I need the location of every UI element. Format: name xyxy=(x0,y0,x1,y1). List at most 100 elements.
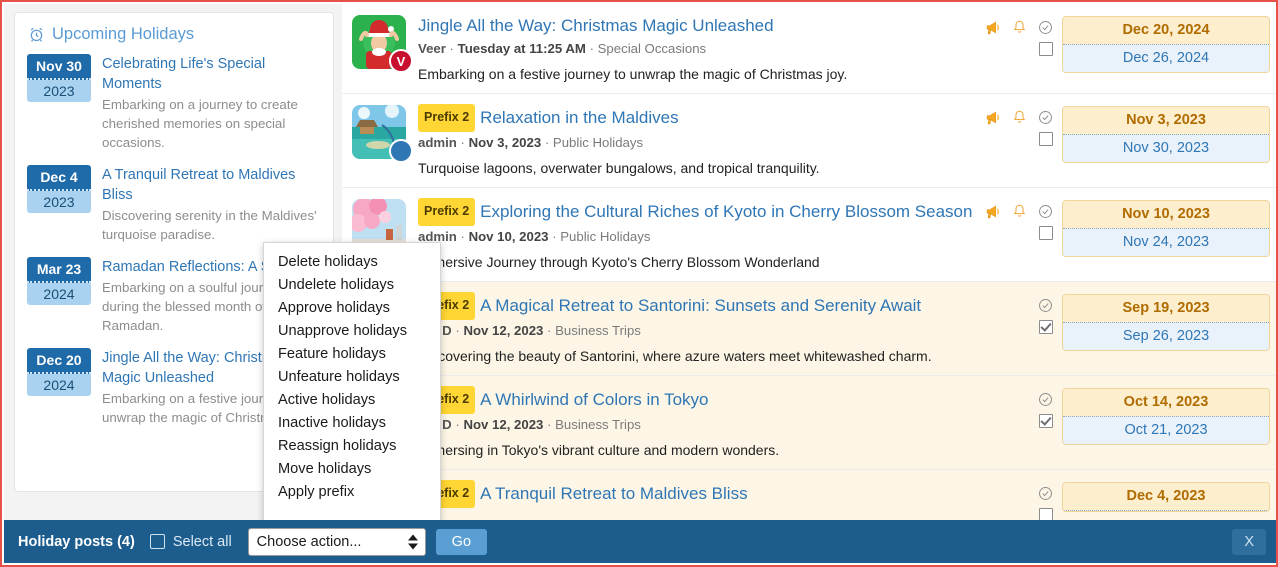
post-row[interactable]: Prefix 2 Exploring the Cultural Riches of… xyxy=(342,188,1278,282)
post-status-icons xyxy=(982,109,1054,126)
post-icon-column xyxy=(982,385,1054,428)
close-toolbar-button[interactable]: X xyxy=(1232,529,1266,555)
menu-item[interactable]: Feature holidays xyxy=(264,343,440,366)
author-avatar-badge xyxy=(389,139,413,163)
post-body: Prefix 2Relaxation in the Maldivesadmin … xyxy=(418,103,982,178)
menu-item[interactable]: Active holidays xyxy=(264,389,440,412)
upcoming-holiday-title[interactable]: Celebrating Life's Special Moments xyxy=(102,54,321,94)
post-thumbnail-wrap[interactable]: V xyxy=(352,15,406,69)
post-title-link[interactable]: Jingle All the Way: Christmas Magic Unle… xyxy=(418,16,774,35)
post-prefix-badge[interactable]: Prefix 2 xyxy=(418,198,475,226)
post-forum[interactable]: Business Trips xyxy=(555,323,641,338)
post-icon-column xyxy=(982,479,1054,522)
post-icon-column xyxy=(982,103,1054,146)
post-body: Prefix 2A Tranquil Retreat to Maldives B… xyxy=(418,479,982,508)
post-date-end: Nov 30, 2023 xyxy=(1063,135,1269,162)
post-row[interactable]: Prefix 2Relaxation in the Maldivesadmin … xyxy=(342,94,1278,188)
post-select-row xyxy=(982,132,1054,146)
upcoming-holiday-item[interactable]: Nov 302023 Celebrating Life's Special Mom… xyxy=(27,54,321,152)
menu-item[interactable]: Apply prefix xyxy=(264,481,440,504)
post-snippet: Discovering the beauty of Santorini, whe… xyxy=(418,347,982,366)
post-author[interactable]: admin xyxy=(418,135,457,150)
menu-item[interactable]: Unfeature holidays xyxy=(264,366,440,389)
post-select-row xyxy=(982,226,1054,240)
post-date: Nov 10, 2023 xyxy=(469,229,549,244)
post-icon-column xyxy=(982,291,1054,334)
post-date: Tuesday at 11:25 AM xyxy=(458,41,586,56)
post-thumbnail-wrap[interactable] xyxy=(352,105,406,159)
post-snippet: Immersing in Tokyo's vibrant culture and… xyxy=(418,441,982,460)
post-row[interactable]: V Jingle All the Way: Christmas Magic Unl… xyxy=(342,4,1278,94)
post-date: Nov 3, 2023 xyxy=(469,135,542,150)
context-menu-items[interactable]: Delete holidaysUndelete holidaysApprove … xyxy=(264,251,440,504)
meta-separator: · xyxy=(455,323,459,338)
menu-item[interactable]: Reassign holidays xyxy=(264,435,440,458)
post-select-checkbox[interactable] xyxy=(1039,42,1053,56)
date-badge-monthday: Nov 30 xyxy=(27,54,91,80)
select-all-checkbox[interactable] xyxy=(150,534,165,549)
post-snippet: Immersive Journey through Kyoto's Cherry… xyxy=(418,253,982,272)
menu-item[interactable]: Undelete holidays xyxy=(264,274,440,297)
post-forum[interactable]: Public Holidays xyxy=(553,135,643,150)
post-row[interactable]: Prefix 2A Magical Retreat to Santorini: … xyxy=(342,282,1278,376)
action-select[interactable]: Choose action... xyxy=(248,528,426,556)
bell-icon[interactable] xyxy=(1011,109,1028,126)
post-select-checkbox[interactable] xyxy=(1039,414,1053,428)
menu-item[interactable]: Unapprove holidays xyxy=(264,320,440,343)
author-avatar-badge: V xyxy=(389,49,413,73)
post-row[interactable]: Prefix 2A Tranquil Retreat to Maldives B… xyxy=(342,470,1278,524)
bell-icon[interactable] xyxy=(1011,203,1028,220)
check-circle-icon[interactable] xyxy=(1037,391,1054,408)
megaphone-icon[interactable] xyxy=(985,203,1002,220)
check-circle-icon[interactable] xyxy=(1037,109,1054,126)
post-title-link[interactable]: A Magical Retreat to Santorini: Sunsets … xyxy=(480,296,921,315)
bell-icon[interactable] xyxy=(1011,19,1028,36)
go-button[interactable]: Go xyxy=(436,529,487,555)
menu-item[interactable]: Inactive holidays xyxy=(264,412,440,435)
menu-item[interactable]: Delete holidays xyxy=(264,251,440,274)
select-all-label[interactable]: Select all xyxy=(173,534,232,550)
check-circle-icon[interactable] xyxy=(1037,19,1054,36)
post-title-link[interactable]: Relaxation in the Maldives xyxy=(480,108,678,127)
megaphone-icon[interactable] xyxy=(985,109,1002,126)
date-badge: Dec 42023 xyxy=(27,165,91,213)
post-title-link[interactable]: A Whirlwind of Colors in Tokyo xyxy=(480,390,708,409)
post-date-end: Dec 26, 2024 xyxy=(1063,45,1269,72)
meta-separator: · xyxy=(552,229,556,244)
post-date-start: Nov 3, 2023 xyxy=(1063,107,1269,135)
post-title-line: Prefix 2A Magical Retreat to Santorini: … xyxy=(418,292,982,320)
chevron-updown-icon xyxy=(408,534,418,549)
post-forum[interactable]: Business Trips xyxy=(555,417,641,432)
date-badge-monthday: Dec 20 xyxy=(27,348,91,374)
post-select-checkbox[interactable] xyxy=(1039,132,1053,146)
menu-item[interactable]: Approve holidays xyxy=(264,297,440,320)
post-select-checkbox[interactable] xyxy=(1039,320,1053,334)
upcoming-holiday-item[interactable]: Dec 42023 A Tranquil Retreat to Maldives … xyxy=(27,165,321,244)
post-forum[interactable]: Public Holidays xyxy=(560,229,650,244)
date-badge-year: 2024 xyxy=(27,374,91,396)
check-circle-icon[interactable] xyxy=(1037,297,1054,314)
post-title-line: Jingle All the Way: Christmas Magic Unle… xyxy=(418,14,982,38)
post-select-checkbox[interactable] xyxy=(1039,226,1053,240)
megaphone-icon[interactable] xyxy=(985,19,1002,36)
bulk-selection-toolbar[interactable]: Holiday posts (4) Select all Choose acti… xyxy=(4,520,1278,563)
post-title-link[interactable]: A Tranquil Retreat to Maldives Bliss xyxy=(480,484,747,503)
post-date-start: Dec 20, 2024 xyxy=(1063,17,1269,45)
check-circle-icon[interactable] xyxy=(1037,485,1054,502)
post-row[interactable]: Prefix 2A Whirlwind of Colors in TokyoMr… xyxy=(342,376,1278,470)
post-list[interactable]: V Jingle All the Way: Christmas Magic Unl… xyxy=(342,4,1278,524)
upcoming-holiday-title[interactable]: A Tranquil Retreat to Maldives Bliss xyxy=(102,165,321,205)
post-prefix-badge[interactable]: Prefix 2 xyxy=(418,104,475,132)
meta-separator: · xyxy=(461,229,465,244)
alarm-clock-icon xyxy=(28,26,45,43)
check-circle-icon[interactable] xyxy=(1037,203,1054,220)
post-meta: Mrt D · Nov 12, 2023 · Business Trips xyxy=(418,417,982,432)
date-badge: Nov 302023 xyxy=(27,54,91,102)
post-select-row xyxy=(982,320,1054,334)
post-forum[interactable]: Special Occasions xyxy=(598,41,706,56)
menu-item[interactable]: Move holidays xyxy=(264,458,440,481)
bulk-action-context-menu[interactable]: Delete holidaysUndelete holidaysApprove … xyxy=(263,242,441,530)
post-body: Prefix 2A Whirlwind of Colors in TokyoMr… xyxy=(418,385,982,460)
post-author[interactable]: Veer xyxy=(418,41,446,56)
post-title-link[interactable]: Exploring the Cultural Riches of Kyoto i… xyxy=(480,202,972,221)
